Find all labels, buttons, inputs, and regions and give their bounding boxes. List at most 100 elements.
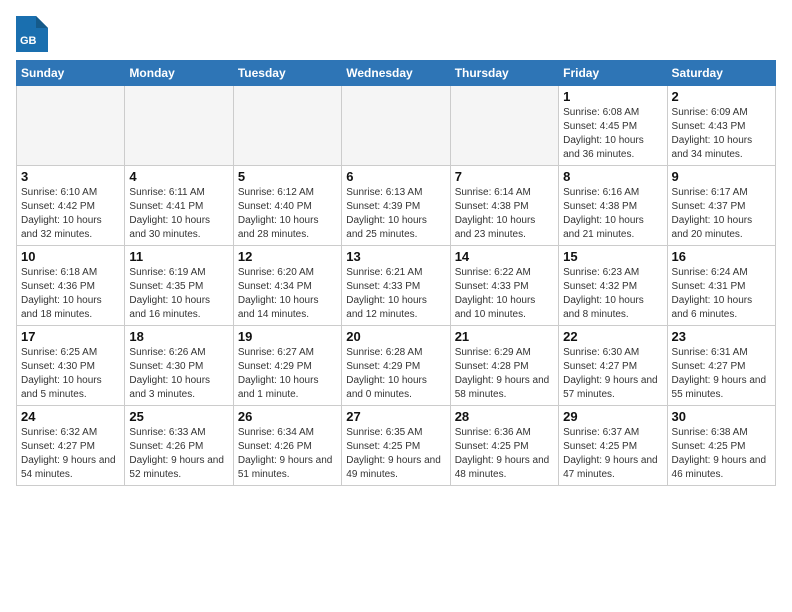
calendar-cell: 27 Sunrise: 6:35 AM Sunset: 4:25 PM Dayli… xyxy=(342,406,450,486)
day-info: Sunrise: 6:14 AM Sunset: 4:38 PM Dayligh… xyxy=(455,186,554,242)
calendar-cell: 2 Sunrise: 6:09 AM Sunset: 4:43 PM Daylig… xyxy=(667,86,775,166)
week-row-2: 3 Sunrise: 6:10 AM Sunset: 4:42 PM Daylig… xyxy=(17,166,776,246)
day-number: 10 xyxy=(21,249,120,264)
day-number: 20 xyxy=(346,329,445,344)
day-number: 23 xyxy=(672,329,771,344)
calendar-header: SundayMondayTuesdayWednesdayThursdayFrid… xyxy=(17,61,776,86)
weekday-header-monday: Monday xyxy=(125,61,233,86)
day-info: Sunrise: 6:38 AM Sunset: 4:25 PM Dayligh… xyxy=(672,426,771,482)
calendar-cell: 10 Sunrise: 6:18 AM Sunset: 4:36 PM Dayli… xyxy=(17,246,125,326)
day-number: 21 xyxy=(455,329,554,344)
calendar-cell: 18 Sunrise: 6:26 AM Sunset: 4:30 PM Dayli… xyxy=(125,326,233,406)
calendar-cell: 12 Sunrise: 6:20 AM Sunset: 4:34 PM Dayli… xyxy=(233,246,341,326)
day-number: 13 xyxy=(346,249,445,264)
calendar-cell: 14 Sunrise: 6:22 AM Sunset: 4:33 PM Dayli… xyxy=(450,246,558,326)
day-number: 17 xyxy=(21,329,120,344)
calendar-cell: 17 Sunrise: 6:25 AM Sunset: 4:30 PM Dayli… xyxy=(17,326,125,406)
calendar-cell: 4Sunrise: 6:11 AM Sunset: 4:41 PM Daylig… xyxy=(125,166,233,246)
day-number: 28 xyxy=(455,409,554,424)
day-number: 1 xyxy=(563,89,662,104)
day-info: Sunrise: 6:22 AM Sunset: 4:33 PM Dayligh… xyxy=(455,266,554,322)
weekday-header-wednesday: Wednesday xyxy=(342,61,450,86)
day-info: Sunrise: 6:28 AM Sunset: 4:29 PM Dayligh… xyxy=(346,346,445,402)
day-info: Sunrise: 6:23 AM Sunset: 4:32 PM Dayligh… xyxy=(563,266,662,322)
day-info: Sunrise: 6:17 AM Sunset: 4:37 PM Dayligh… xyxy=(672,186,771,242)
day-info: Sunrise: 6:29 AM Sunset: 4:28 PM Dayligh… xyxy=(455,346,554,402)
calendar-cell: 1 Sunrise: 6:08 AM Sunset: 4:45 PM Daylig… xyxy=(559,86,667,166)
calendar-cell: 26 Sunrise: 6:34 AM Sunset: 4:26 PM Dayli… xyxy=(233,406,341,486)
calendar-cell: 30 Sunrise: 6:38 AM Sunset: 4:25 PM Dayli… xyxy=(667,406,775,486)
calendar-cell: 15 Sunrise: 6:23 AM Sunset: 4:32 PM Dayli… xyxy=(559,246,667,326)
day-number: 26 xyxy=(238,409,337,424)
svg-text:GB: GB xyxy=(20,35,37,47)
day-number: 27 xyxy=(346,409,445,424)
day-info: Sunrise: 6:25 AM Sunset: 4:30 PM Dayligh… xyxy=(21,346,120,402)
day-info: Sunrise: 6:09 AM Sunset: 4:43 PM Dayligh… xyxy=(672,106,771,162)
calendar-cell: 6 Sunrise: 6:13 AM Sunset: 4:39 PM Daylig… xyxy=(342,166,450,246)
day-number: 12 xyxy=(238,249,337,264)
calendar-cell: 3 Sunrise: 6:10 AM Sunset: 4:42 PM Daylig… xyxy=(17,166,125,246)
weekday-header-saturday: Saturday xyxy=(667,61,775,86)
calendar-body: 1 Sunrise: 6:08 AM Sunset: 4:45 PM Daylig… xyxy=(17,86,776,486)
day-number: 6 xyxy=(346,169,445,184)
calendar-cell: 19 Sunrise: 6:27 AM Sunset: 4:29 PM Dayli… xyxy=(233,326,341,406)
day-info: Sunrise: 6:13 AM Sunset: 4:39 PM Dayligh… xyxy=(346,186,445,242)
calendar-cell: 23Sunrise: 6:31 AM Sunset: 4:27 PM Dayli… xyxy=(667,326,775,406)
day-info: Sunrise: 6:20 AM Sunset: 4:34 PM Dayligh… xyxy=(238,266,337,322)
week-row-1: 1 Sunrise: 6:08 AM Sunset: 4:45 PM Daylig… xyxy=(17,86,776,166)
logo: GB xyxy=(16,16,52,52)
day-number: 18 xyxy=(129,329,228,344)
day-info: Sunrise: 6:18 AM Sunset: 4:36 PM Dayligh… xyxy=(21,266,120,322)
day-info: Sunrise: 6:34 AM Sunset: 4:26 PM Dayligh… xyxy=(238,426,337,482)
day-info: Sunrise: 6:27 AM Sunset: 4:29 PM Dayligh… xyxy=(238,346,337,402)
day-info: Sunrise: 6:26 AM Sunset: 4:30 PM Dayligh… xyxy=(129,346,228,402)
day-number: 22 xyxy=(563,329,662,344)
calendar-cell: 28 Sunrise: 6:36 AM Sunset: 4:25 PM Dayli… xyxy=(450,406,558,486)
calendar-cell: 24Sunrise: 6:32 AM Sunset: 4:27 PM Dayli… xyxy=(17,406,125,486)
page-header: GB xyxy=(16,16,776,52)
calendar-cell: 29Sunrise: 6:37 AM Sunset: 4:25 PM Dayli… xyxy=(559,406,667,486)
day-info: Sunrise: 6:36 AM Sunset: 4:25 PM Dayligh… xyxy=(455,426,554,482)
day-number: 11 xyxy=(129,249,228,264)
calendar-cell: 25 Sunrise: 6:33 AM Sunset: 4:26 PM Dayli… xyxy=(125,406,233,486)
calendar-cell: 11 Sunrise: 6:19 AM Sunset: 4:35 PM Dayli… xyxy=(125,246,233,326)
day-info: Sunrise: 6:30 AM Sunset: 4:27 PM Dayligh… xyxy=(563,346,662,402)
day-info: Sunrise: 6:33 AM Sunset: 4:26 PM Dayligh… xyxy=(129,426,228,482)
day-number: 29 xyxy=(563,409,662,424)
day-number: 25 xyxy=(129,409,228,424)
calendar-cell: 21 Sunrise: 6:29 AM Sunset: 4:28 PM Dayli… xyxy=(450,326,558,406)
calendar-cell: 13Sunrise: 6:21 AM Sunset: 4:33 PM Dayli… xyxy=(342,246,450,326)
day-number: 2 xyxy=(672,89,771,104)
day-info: Sunrise: 6:24 AM Sunset: 4:31 PM Dayligh… xyxy=(672,266,771,322)
calendar-cell xyxy=(342,86,450,166)
calendar-cell xyxy=(233,86,341,166)
day-number: 16 xyxy=(672,249,771,264)
day-number: 14 xyxy=(455,249,554,264)
day-info: Sunrise: 6:32 AM Sunset: 4:27 PM Dayligh… xyxy=(21,426,120,482)
day-info: Sunrise: 6:12 AM Sunset: 4:40 PM Dayligh… xyxy=(238,186,337,242)
day-number: 15 xyxy=(563,249,662,264)
calendar-cell: 5Sunrise: 6:12 AM Sunset: 4:40 PM Daylig… xyxy=(233,166,341,246)
week-row-3: 10 Sunrise: 6:18 AM Sunset: 4:36 PM Dayli… xyxy=(17,246,776,326)
day-number: 3 xyxy=(21,169,120,184)
weekday-header-friday: Friday xyxy=(559,61,667,86)
calendar-table: SundayMondayTuesdayWednesdayThursdayFrid… xyxy=(16,60,776,486)
day-number: 30 xyxy=(672,409,771,424)
day-number: 9 xyxy=(672,169,771,184)
calendar-cell: 22 Sunrise: 6:30 AM Sunset: 4:27 PM Dayli… xyxy=(559,326,667,406)
day-info: Sunrise: 6:08 AM Sunset: 4:45 PM Dayligh… xyxy=(563,106,662,162)
calendar-cell: 20 Sunrise: 6:28 AM Sunset: 4:29 PM Dayli… xyxy=(342,326,450,406)
week-row-4: 17 Sunrise: 6:25 AM Sunset: 4:30 PM Dayli… xyxy=(17,326,776,406)
day-info: Sunrise: 6:19 AM Sunset: 4:35 PM Dayligh… xyxy=(129,266,228,322)
calendar-cell xyxy=(17,86,125,166)
weekday-header-row: SundayMondayTuesdayWednesdayThursdayFrid… xyxy=(17,61,776,86)
day-info: Sunrise: 6:16 AM Sunset: 4:38 PM Dayligh… xyxy=(563,186,662,242)
day-number: 4 xyxy=(129,169,228,184)
calendar-cell: 8 Sunrise: 6:16 AM Sunset: 4:38 PM Daylig… xyxy=(559,166,667,246)
weekday-header-tuesday: Tuesday xyxy=(233,61,341,86)
day-info: Sunrise: 6:35 AM Sunset: 4:25 PM Dayligh… xyxy=(346,426,445,482)
day-number: 8 xyxy=(563,169,662,184)
calendar-cell xyxy=(125,86,233,166)
day-number: 19 xyxy=(238,329,337,344)
day-info: Sunrise: 6:10 AM Sunset: 4:42 PM Dayligh… xyxy=(21,186,120,242)
